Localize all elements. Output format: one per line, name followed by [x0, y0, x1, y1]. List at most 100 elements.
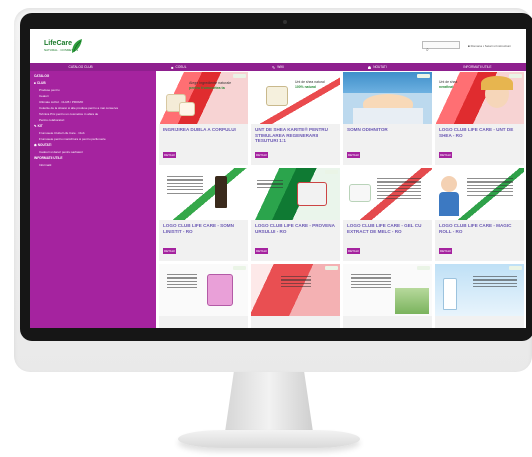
product-image: [159, 264, 248, 316]
image-caption-line: Alege Ingrediente naturale: [189, 81, 232, 85]
nav-wiki[interactable]: ✎ Wiki: [228, 63, 327, 71]
product-title[interactable]: LOGO CLUB LIFE CARE - SOMN LINISTIT - RO: [163, 223, 245, 234]
details-button[interactable]: DETALII: [163, 152, 176, 158]
text-lines: [281, 274, 311, 300]
sidebar-item[interactable]: Frumusete pentru manichiura si pentru pa…: [30, 135, 156, 141]
nav-catalog[interactable]: Catalog club: [30, 63, 129, 71]
product-card[interactable]: Unt de shea natural 100% natural UNT DE …: [251, 72, 340, 165]
product-image: [435, 264, 524, 316]
product-card[interactable]: LOGO CLUB LIFE CARE - PROVENA URSULUI - …: [251, 168, 340, 261]
product-card[interactable]: [251, 264, 340, 328]
nav-news[interactable]: ☗ Noutati: [328, 63, 427, 71]
lifecare-badge: [509, 74, 522, 78]
boy-body-image: [439, 192, 459, 216]
jar-image: [179, 102, 195, 116]
details-button[interactable]: DETALII: [439, 152, 452, 158]
jar-image: [297, 182, 327, 206]
nav-label: Wiki: [277, 65, 285, 69]
text-lines: [351, 272, 391, 298]
bottle-image: [215, 176, 227, 208]
product-image: Unt de shea natural 100% natural: [251, 72, 340, 124]
product-card[interactable]: [435, 264, 524, 328]
text-lines: [377, 176, 421, 202]
sidebar-category-kit[interactable]: ✎ Kit: [30, 122, 156, 129]
product-title[interactable]: LOGO CLUB LIFE CARE - UNT DE SHEA - RO: [439, 127, 521, 138]
site-header: LifeCare NATURAL · COSMETICS ⌕ ■ Romana …: [30, 29, 526, 63]
sidebar-item[interactable]: Informatii: [30, 161, 156, 167]
product-card[interactable]: Unt de shea nerafinat LOGO CLUB LIFE CAR…: [435, 72, 524, 165]
details-button[interactable]: DETALII: [347, 152, 360, 158]
hair-image: [481, 76, 513, 90]
details-button[interactable]: DETALII: [255, 248, 268, 254]
logo-text: LifeCare: [44, 40, 73, 47]
sidebar-item[interactable]: Cadouri si daruri pentru sarbatori: [30, 148, 156, 154]
sidebar-category-info[interactable]: Informatii utile: [30, 154, 156, 161]
product-title[interactable]: SOMN ODIHNITOR: [347, 127, 429, 133]
leaf-icon: [72, 39, 82, 53]
product-title[interactable]: LOGO CLUB LIFE CARE - GEL CU EXTRACT DE …: [347, 223, 429, 234]
nav-label: Cosul: [175, 65, 187, 69]
header-links[interactable]: ■ Romana ▪ Setari si Instructiuni: [468, 44, 511, 48]
lifecare-badge: [233, 266, 246, 270]
pillow-image: [353, 108, 423, 124]
product-image: Unt de shea nerafinat: [435, 72, 524, 124]
product-title[interactable]: INGRIJIREA DUBLA A CORPULUI: [163, 127, 245, 133]
news-icon: ☗: [367, 64, 372, 70]
lifecare-badge: [509, 266, 522, 270]
text-lines: [167, 272, 197, 298]
camera-dot: [283, 20, 287, 24]
search-icon[interactable]: ⌕: [426, 47, 429, 53]
sidebar-category-club[interactable]: ■ Club: [30, 79, 156, 86]
details-button[interactable]: DETALII: [439, 248, 452, 254]
product-card[interactable]: LOGO CLUB LIFE CARE - SOMN LINISTIT - RO…: [159, 168, 248, 261]
product-image: [343, 168, 432, 220]
category-label: Informatii utile: [34, 156, 63, 160]
product-image: [251, 168, 340, 220]
product-image: [343, 264, 432, 316]
jar-image: [349, 184, 371, 202]
monitor-stand-neck: [225, 372, 313, 432]
product-image: Alege Ingrediente naturale pentru frumus…: [159, 72, 248, 124]
details-button[interactable]: DETALII: [347, 248, 360, 254]
lifecare-badge: [233, 74, 246, 78]
nav-label: Informatii utile: [463, 65, 492, 69]
product-card[interactable]: [159, 264, 248, 328]
nav-info[interactable]: Informatii utile: [427, 63, 526, 71]
lifecare-badge: [325, 170, 338, 174]
image-caption-line: pentru frumusetea ta: [189, 85, 225, 90]
monitor-chin: [14, 341, 532, 372]
main-nav: Catalog club ■ Cosul ✎ Wiki ☗ Noutati Infor…: [30, 63, 526, 71]
product-card[interactable]: Alege Ingrediente naturale pentru frumus…: [159, 72, 248, 165]
sidebar-item[interactable]: Pentru colaboratori: [30, 116, 156, 122]
sidebar-category-news[interactable]: ☗ Noutati: [30, 141, 156, 148]
text-lines: [167, 174, 203, 200]
logo[interactable]: LifeCare NATURAL · COSMETICS: [44, 38, 92, 56]
product-image: [159, 168, 248, 220]
lifecare-badge: [325, 266, 338, 270]
category-label: Noutati: [37, 143, 52, 147]
product-card[interactable]: LOGO CLUB LIFE CARE - GEL CU EXTRACT DE …: [343, 168, 432, 261]
grass-image: [395, 288, 429, 314]
monitor-stand-base: [178, 430, 360, 448]
pencil-icon: ✎: [271, 64, 276, 70]
product-image: [435, 168, 524, 220]
nav-label: Catalog club: [68, 65, 93, 69]
image-caption: Unt de shea natural 100% natural: [295, 80, 337, 89]
product-card[interactable]: LOGO CLUB LIFE CARE - MAGIC ROLL - RO DE…: [435, 168, 524, 261]
text-lines: [257, 178, 283, 204]
category-label: Club: [36, 81, 46, 85]
product-card[interactable]: SOMN ODIHNITOR DETALII: [343, 72, 432, 165]
nav-cart[interactable]: ■ Cosul: [129, 63, 228, 71]
product-grid: Alege Ingrediente naturale pentru frumus…: [159, 72, 526, 328]
product-title[interactable]: UNT DE SHEA KARITE® PENTRU STIMULAREA RE…: [255, 127, 337, 144]
details-button[interactable]: DETALII: [255, 152, 268, 158]
lifecare-badge: [417, 266, 430, 270]
image-caption-line: nerafinat: [439, 84, 454, 89]
product-title[interactable]: LOGO CLUB LIFE CARE - MAGIC ROLL - RO: [439, 223, 521, 234]
nav-label: Noutati: [373, 65, 387, 69]
cart-icon: ■: [171, 64, 174, 70]
screen: LifeCare NATURAL · COSMETICS ⌕ ■ Romana …: [30, 29, 526, 328]
details-button[interactable]: DETALII: [163, 248, 176, 254]
product-title[interactable]: LOGO CLUB LIFE CARE - PROVENA URSULUI - …: [255, 223, 337, 234]
product-card[interactable]: [343, 264, 432, 328]
